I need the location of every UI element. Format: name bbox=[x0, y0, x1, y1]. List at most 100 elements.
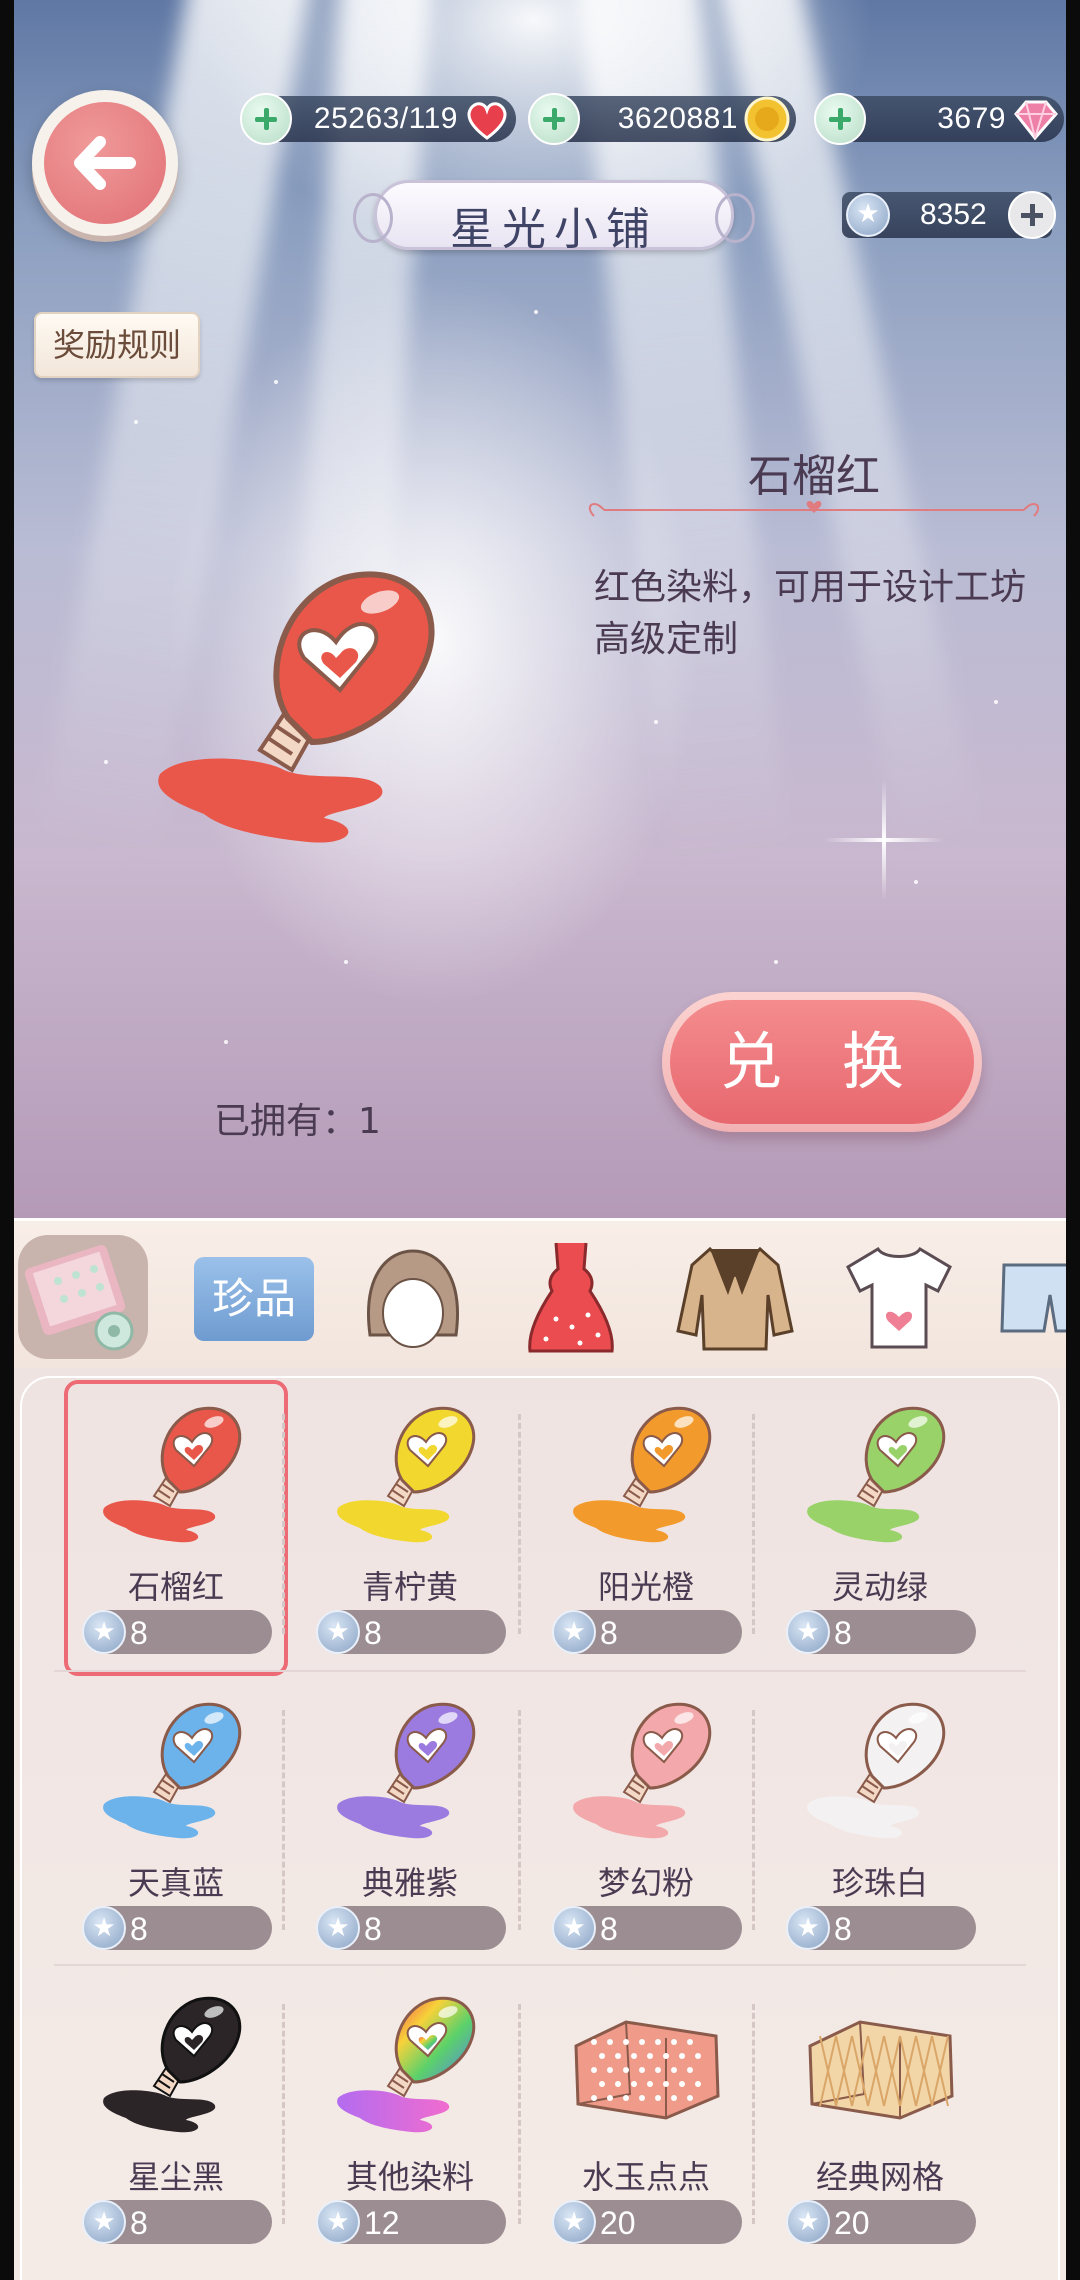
item-name-label: 水玉点点 bbox=[581, 2158, 710, 2196]
diamond-icon bbox=[1014, 100, 1058, 141]
add-star-currency-button[interactable] bbox=[1008, 191, 1056, 239]
fabric-cloth-icon bbox=[574, 2020, 720, 2120]
item-price: 8 bbox=[552, 1610, 742, 1654]
star-coin-icon bbox=[82, 2200, 126, 2244]
add-stamina-button[interactable] bbox=[240, 93, 292, 145]
exchange-button[interactable]: 兑 换 bbox=[662, 992, 982, 1132]
hair-icon bbox=[367, 1249, 459, 1348]
dye-bottle-icon bbox=[103, 1996, 242, 2133]
item-price-value: 8 bbox=[130, 1615, 148, 1651]
star-coin-icon bbox=[316, 1906, 360, 1950]
item-price: 8 bbox=[552, 1906, 742, 1950]
item-price: 12 bbox=[316, 2200, 506, 2244]
star-coin-icon bbox=[552, 1610, 596, 1654]
star-coin-icon bbox=[786, 2200, 830, 2244]
grid-divider bbox=[518, 2004, 521, 2224]
item-name-label: 经典网格 bbox=[815, 2158, 944, 2196]
ornament-divider bbox=[588, 500, 1040, 517]
grid-divider bbox=[518, 1710, 521, 1930]
pants-icon bbox=[1000, 1263, 1066, 1333]
star-coin-icon bbox=[316, 2200, 360, 2244]
star-coin-icon bbox=[552, 2200, 596, 2244]
item-price-value: 12 bbox=[364, 2205, 400, 2241]
item-description: 红色染料，可用于设计工坊高级定制 bbox=[594, 567, 1027, 660]
item-price: 20 bbox=[786, 2200, 976, 2244]
grid-divider bbox=[752, 1710, 755, 1930]
item-name-label: 其他染料 bbox=[345, 2158, 474, 2196]
item-cell[interactable]: 水玉点点 20 bbox=[536, 1974, 756, 2254]
item-name-label: 灵动绿 bbox=[831, 1568, 928, 1606]
add-coins-button[interactable] bbox=[528, 93, 580, 145]
dye-bottle-icon bbox=[337, 1702, 476, 1839]
coat-icon bbox=[676, 1246, 794, 1351]
tab-fabric[interactable] bbox=[18, 1235, 148, 1359]
item-cell[interactable]: 灵动绿 8 bbox=[770, 1384, 990, 1664]
item-price: 20 bbox=[552, 2200, 742, 2244]
star-currency-bar: 8352 bbox=[842, 191, 1056, 239]
item-price: 8 bbox=[82, 2200, 272, 2244]
star-coin-icon bbox=[316, 1610, 360, 1654]
fabric-cloth-icon bbox=[808, 2020, 954, 2120]
item-cell[interactable]: 石榴红 8 bbox=[64, 1380, 288, 1676]
grid-divider bbox=[282, 1414, 285, 1634]
star-coin-icon bbox=[552, 1906, 596, 1950]
stamina-value: 25263/119 bbox=[313, 102, 458, 135]
item-cell[interactable]: 珍珠白 8 bbox=[770, 1680, 990, 1960]
dye-bottle-icon bbox=[573, 1406, 712, 1543]
star-coin-icon bbox=[82, 1610, 126, 1654]
dye-bottle-icon bbox=[337, 1406, 476, 1543]
back-button[interactable] bbox=[32, 90, 178, 236]
tab-dress[interactable] bbox=[506, 1235, 636, 1359]
heart-icon bbox=[467, 102, 507, 140]
item-name-label: 青柠黄 bbox=[361, 1568, 458, 1606]
item-cell[interactable]: 星尘黑 8 bbox=[66, 1974, 286, 2254]
item-price-value: 8 bbox=[364, 1911, 382, 1947]
tab-hair[interactable] bbox=[348, 1235, 478, 1359]
item-name-label: 珍珠白 bbox=[831, 1864, 928, 1902]
game-screen: 25263/119 3620881 3679 星光小铺 ★ 8352 奖励规则 … bbox=[14, 0, 1066, 2280]
add-diamonds-button[interactable] bbox=[814, 93, 866, 145]
item-price: 8 bbox=[316, 1610, 506, 1654]
item-cell[interactable]: 典雅紫 8 bbox=[300, 1680, 520, 1960]
item-price-value: 8 bbox=[834, 1911, 852, 1947]
dye-bottle-icon bbox=[337, 1996, 476, 2133]
grid-divider bbox=[752, 2004, 755, 2224]
item-name-label: 典雅紫 bbox=[361, 1864, 458, 1902]
item-cell[interactable]: 青柠黄 8 bbox=[300, 1384, 520, 1664]
item-cell[interactable]: 梦幻粉 8 bbox=[536, 1680, 756, 1960]
tab-top[interactable] bbox=[834, 1235, 964, 1359]
arrow-left-icon bbox=[74, 136, 136, 190]
tshirt-icon bbox=[846, 1246, 952, 1349]
owned-value: 1 bbox=[358, 1101, 381, 1142]
page-title: 星光小铺 bbox=[450, 204, 658, 255]
item-price-value: 8 bbox=[130, 1911, 148, 1947]
dye-bottle-icon bbox=[807, 1406, 946, 1543]
coin-value: 3620881 bbox=[617, 102, 738, 135]
item-price-value: 8 bbox=[364, 1615, 382, 1651]
item-price: 8 bbox=[786, 1906, 976, 1950]
item-name-label: 天真蓝 bbox=[127, 1864, 224, 1902]
tab-coat[interactable] bbox=[670, 1235, 800, 1359]
item-price: 8 bbox=[786, 1610, 976, 1654]
item-cell[interactable]: 经典网格 20 bbox=[770, 1974, 990, 2254]
gold-coin-icon bbox=[744, 96, 790, 142]
item-grid: 石榴红 8 青柠黄 8 阳光橙 8 灵动绿 8 天真蓝 8 典雅紫 8 bbox=[14, 1368, 1066, 2280]
item-cell[interactable]: 天真蓝 8 bbox=[66, 1680, 286, 1960]
dye-bottle-icon bbox=[573, 1702, 712, 1839]
reward-rules-button[interactable]: 奖励规则 bbox=[34, 312, 200, 378]
owned-label: 已拥有： bbox=[214, 1101, 359, 1142]
star-currency-value: 8352 bbox=[920, 198, 987, 231]
item-price: 8 bbox=[316, 1906, 506, 1950]
item-price-value: 8 bbox=[600, 1911, 618, 1947]
item-name-label: 梦幻粉 bbox=[597, 1864, 694, 1902]
item-cell[interactable]: 其他染料 12 bbox=[300, 1974, 520, 2254]
dress-icon bbox=[528, 1242, 614, 1353]
shop-title-plaque: 星光小铺 bbox=[353, 180, 755, 255]
grid-row-divider bbox=[54, 1670, 1026, 1672]
tab-bottom[interactable] bbox=[994, 1235, 1066, 1359]
dye-bottle-icon bbox=[807, 1702, 946, 1839]
item-cell[interactable]: 阳光橙 8 bbox=[536, 1384, 756, 1664]
tab-treasure[interactable]: 珍品 bbox=[186, 1235, 316, 1359]
category-tabs: 珍品 bbox=[14, 1218, 1066, 1368]
item-price: 8 bbox=[82, 1906, 272, 1950]
